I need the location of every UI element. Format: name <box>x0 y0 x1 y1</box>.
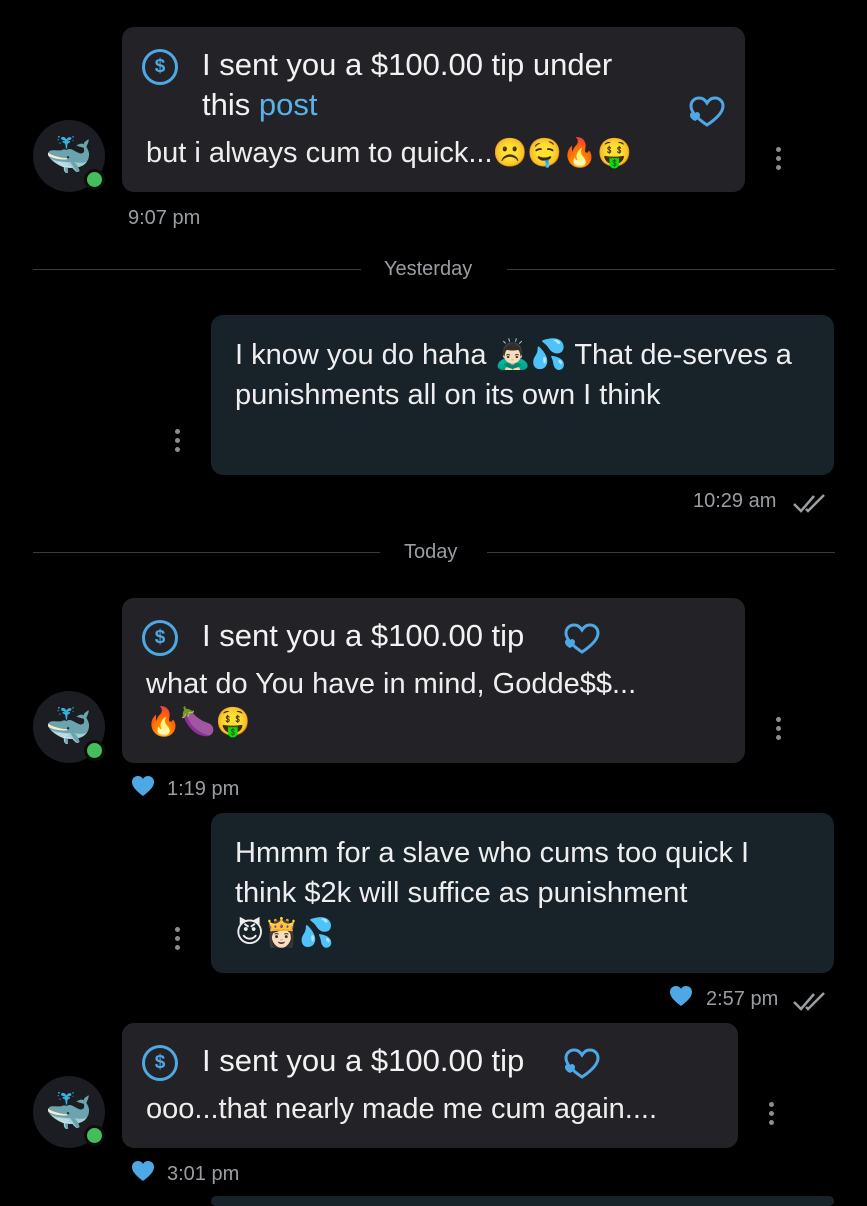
tip-message-bubble[interactable]: $ I sent you a $100.00 tip ooo...that ne… <box>122 1023 738 1148</box>
liked-heart-icon[interactable] <box>131 775 155 797</box>
tip-text: I sent you a $100.00 tip <box>202 618 525 653</box>
tip-heart-icon <box>564 1048 600 1079</box>
online-status-dot <box>84 169 105 190</box>
whale-avatar-icon: 🐳 <box>45 135 93 177</box>
message-time: 3:01 pm <box>167 1163 240 1185</box>
date-divider-today: Today <box>404 541 458 563</box>
more-options-icon[interactable] <box>776 147 782 171</box>
date-divider-yesterday: Yesterday <box>384 258 473 280</box>
divider-line <box>507 269 835 270</box>
message-text: I know you do haha 🙇🏻‍♂️💦 That de-serves… <box>235 339 792 411</box>
message-emojis: 😈👸🏻💦 <box>235 916 334 949</box>
tip-text: I sent you a $100.00 tip under <box>202 47 613 82</box>
message-text: Hmmm for a slave who cums too quick I th… <box>235 837 750 909</box>
tip-heart-icon <box>564 623 600 654</box>
tip-message-bubble[interactable]: $ I sent you a $100.00 tip what do You h… <box>122 598 745 763</box>
whale-avatar-icon: 🐳 <box>45 1091 93 1133</box>
outgoing-message-bubble[interactable]: I know you do haha 🙇🏻‍♂️💦 That de-serves… <box>211 315 834 475</box>
divider-line <box>33 269 361 270</box>
dollar-icon: $ <box>142 1045 178 1081</box>
dollar-icon: $ <box>142 49 178 85</box>
message-emojis: 🔥🍆🤑 <box>146 705 251 738</box>
tip-heart-icon <box>689 96 725 127</box>
message-emojis: ☹️🤤🔥🤑 <box>492 136 632 169</box>
divider-line <box>33 552 380 553</box>
whale-avatar-icon: 🐳 <box>45 706 93 748</box>
tip-header-line2: this post <box>202 85 317 125</box>
post-link[interactable]: post <box>259 87 318 122</box>
divider-line <box>487 552 835 553</box>
avatar[interactable]: 🐳 <box>33 120 105 192</box>
liked-heart-icon[interactable] <box>669 985 693 1007</box>
more-options-icon[interactable] <box>776 717 782 741</box>
message-time: 2:57 pm <box>706 988 779 1010</box>
message-time: 10:29 am <box>693 490 777 512</box>
avatar[interactable]: 🐳 <box>33 691 105 763</box>
outgoing-message-bubble[interactable]: Hmmm for a slave who cums too quick I th… <box>211 813 834 973</box>
online-status-dot <box>84 1125 105 1146</box>
tip-header: I sent you a $100.00 tip under <box>202 45 612 85</box>
tip-text: I sent you a $100.00 tip <box>202 1043 525 1078</box>
double-check-icon <box>793 992 825 1011</box>
tip-text-line2: this <box>202 87 251 122</box>
double-check-icon <box>793 494 825 513</box>
message-text: ooo...that nearly made me cum again.... <box>146 1093 657 1125</box>
dollar-icon: $ <box>142 620 178 656</box>
avatar[interactable]: 🐳 <box>33 1076 105 1148</box>
more-options-icon[interactable] <box>175 429 181 453</box>
outgoing-message-bubble[interactable] <box>211 1196 834 1206</box>
message-time: 1:19 pm <box>167 778 240 800</box>
more-options-icon[interactable] <box>769 1102 775 1126</box>
message-time: 9:07 pm <box>128 207 201 229</box>
tip-message-bubble[interactable]: $ I sent you a $100.00 tip under this po… <box>122 27 745 192</box>
more-options-icon[interactable] <box>175 927 181 951</box>
message-text: what do You have in mind, Godde$$... <box>146 668 637 700</box>
message-text: but i always cum to quick...☹️🤤🔥🤑 <box>146 136 632 169</box>
liked-heart-icon[interactable] <box>131 1160 155 1182</box>
online-status-dot <box>84 740 105 761</box>
